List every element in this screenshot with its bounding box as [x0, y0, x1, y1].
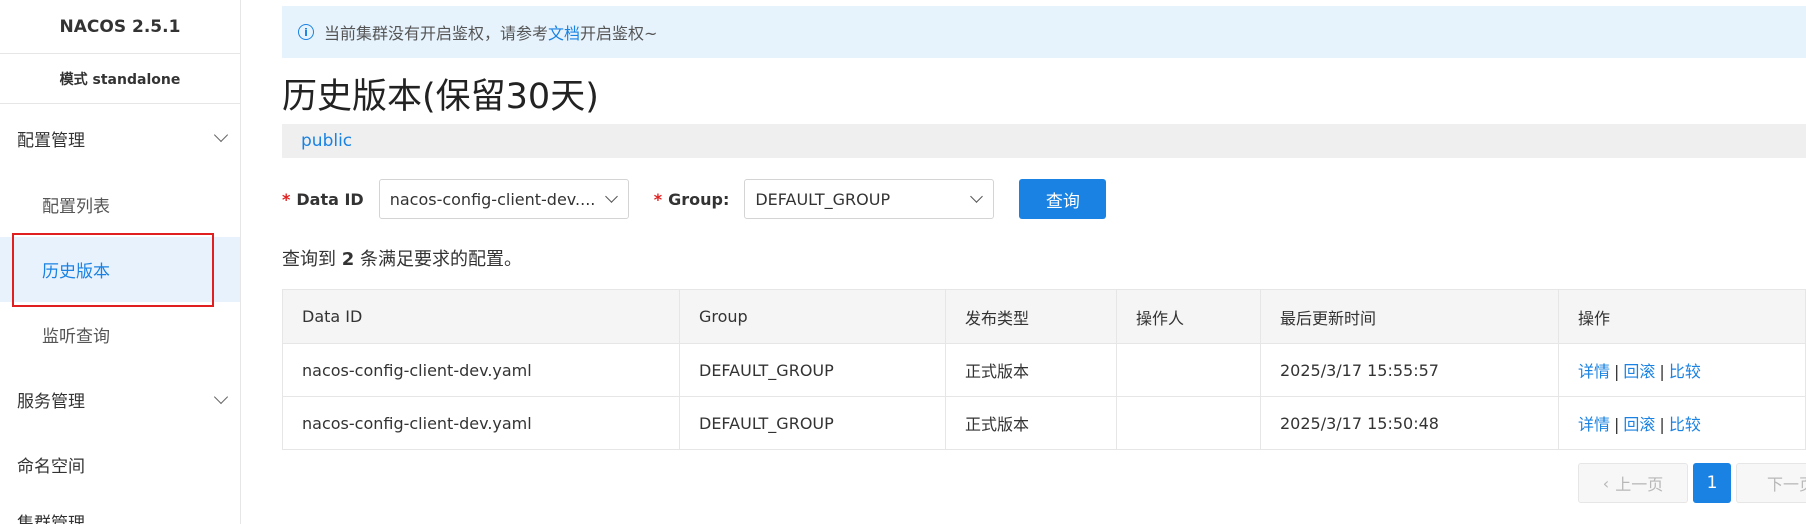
sidebar-item-namespace[interactable]: 命名空间 [0, 432, 240, 497]
table-row: nacos-config-client-dev.yaml DEFAULT_GRO… [282, 343, 1806, 397]
sidebar: NACOS 2.5.1 模式 standalone 配置管理 配置列表 历史版本… [0, 0, 241, 524]
rollback-link[interactable]: 回滚 [1623, 362, 1655, 381]
page-title: 历史版本(保留30天) [282, 77, 599, 117]
auth-notice: i 当前集群没有开启鉴权，请参考 文档 开启鉴权~ [282, 6, 1806, 58]
group-label: * Group: [654, 190, 730, 209]
detail-link[interactable]: 详情 [1578, 415, 1610, 434]
history-table: Data ID Group 发布类型 操作人 最后更新时间 操作 nacos-c… [282, 289, 1806, 450]
cell-operator [1116, 343, 1261, 397]
rollback-link[interactable]: 回滚 [1623, 415, 1655, 434]
separator: | [1614, 415, 1620, 434]
col-updated: 最后更新时间 [1260, 289, 1559, 344]
cell-type: 正式版本 [945, 343, 1117, 397]
next-page-button[interactable]: 下一页 [1736, 463, 1806, 503]
cell-updated: 2025/3/17 15:55:57 [1260, 343, 1559, 397]
cell-data-id: nacos-config-client-dev.yaml [282, 343, 680, 397]
filter-bar: * Data ID nacos-config-client-dev.... * Gr… [282, 179, 1107, 219]
result-prefix: 查询到 [282, 249, 336, 270]
menu-group-config-label: 配置管理 [17, 130, 85, 151]
result-count: 2 [341, 249, 355, 270]
namespace-bar: public [282, 124, 1806, 158]
highlight-box [12, 233, 214, 307]
chevron-down-icon [970, 190, 984, 203]
cell-operator [1116, 396, 1261, 450]
notice-prefix: 当前集群没有开启鉴权，请参考 [324, 24, 549, 43]
chevron-left-icon: ‹ [1602, 473, 1610, 493]
cell-actions: 详情 | 回滚 | 比较 [1558, 343, 1806, 397]
col-type: 发布类型 [945, 289, 1117, 344]
docs-link[interactable]: 文档 [548, 20, 580, 44]
mode-label: 模式 standalone [0, 54, 240, 104]
col-data-id: Data ID [282, 289, 680, 344]
data-id-label-text: Data ID [296, 189, 364, 209]
required-mark: * [282, 189, 291, 209]
group-label-text: Group: [668, 189, 730, 209]
col-group: Group [679, 289, 946, 344]
detail-link[interactable]: 详情 [1578, 362, 1610, 381]
brand-title: NACOS 2.5.1 [0, 0, 240, 54]
separator: | [1614, 362, 1620, 381]
cell-type: 正式版本 [945, 396, 1117, 450]
sidebar-item-cluster[interactable]: 集群管理 [0, 497, 240, 524]
menu-group-service-label: 服务管理 [17, 392, 85, 412]
chevron-down-icon [213, 389, 229, 404]
chevron-down-icon [213, 127, 229, 143]
data-id-value: nacos-config-client-dev.... [389, 189, 596, 209]
group-value: DEFAULT_GROUP [755, 189, 891, 209]
main-content: i 当前集群没有开启鉴权，请参考 文档 开启鉴权~ 历史版本(保留30天) publ… [282, 0, 1806, 524]
menu-group-service[interactable]: 服务管理 [0, 367, 240, 432]
cell-actions: 详情 | 回滚 | 比较 [1558, 396, 1806, 450]
separator: | [1659, 415, 1665, 434]
col-operator: 操作人 [1116, 289, 1261, 344]
prev-page-label: 上一页 [1615, 475, 1664, 494]
compare-link[interactable]: 比较 [1669, 362, 1701, 381]
namespace-link[interactable]: public [301, 131, 352, 151]
group-select[interactable]: DEFAULT_GROUP [744, 179, 995, 219]
sidebar-item-listen-query[interactable]: 监听查询 [0, 302, 240, 367]
table-row: nacos-config-client-dev.yaml DEFAULT_GRO… [282, 396, 1806, 450]
result-summary: 查询到 2 条满足要求的配置。 [282, 245, 522, 271]
notice-suffix: 开启鉴权~ [580, 24, 658, 43]
col-actions: 操作 [1558, 289, 1806, 344]
chevron-down-icon [604, 190, 618, 203]
info-icon: i [298, 24, 314, 40]
data-id-select[interactable]: nacos-config-client-dev.... [378, 179, 629, 219]
cell-group: DEFAULT_GROUP [679, 343, 946, 397]
separator: | [1659, 362, 1665, 381]
page-1-button[interactable]: 1 [1693, 463, 1731, 503]
table-header-row: Data ID Group 发布类型 操作人 最后更新时间 操作 [282, 289, 1806, 344]
pagination: ‹ 上一页 1 下一页 [1578, 463, 1806, 503]
cell-data-id: nacos-config-client-dev.yaml [282, 396, 680, 450]
query-button[interactable]: 查询 [1019, 179, 1107, 219]
cell-group: DEFAULT_GROUP [679, 396, 946, 450]
next-page-label: 下一页 [1766, 475, 1806, 494]
result-suffix: 条满足要求的配置。 [360, 249, 522, 270]
sidebar-item-config-list[interactable]: 配置列表 [0, 172, 240, 237]
cell-updated: 2025/3/17 15:50:48 [1260, 396, 1559, 450]
data-id-label: * Data ID [282, 190, 364, 209]
prev-page-button[interactable]: ‹ 上一页 [1578, 463, 1688, 503]
menu-group-config[interactable]: 配置管理 [0, 104, 240, 172]
required-mark: * [653, 189, 663, 209]
compare-link[interactable]: 比较 [1669, 415, 1701, 434]
